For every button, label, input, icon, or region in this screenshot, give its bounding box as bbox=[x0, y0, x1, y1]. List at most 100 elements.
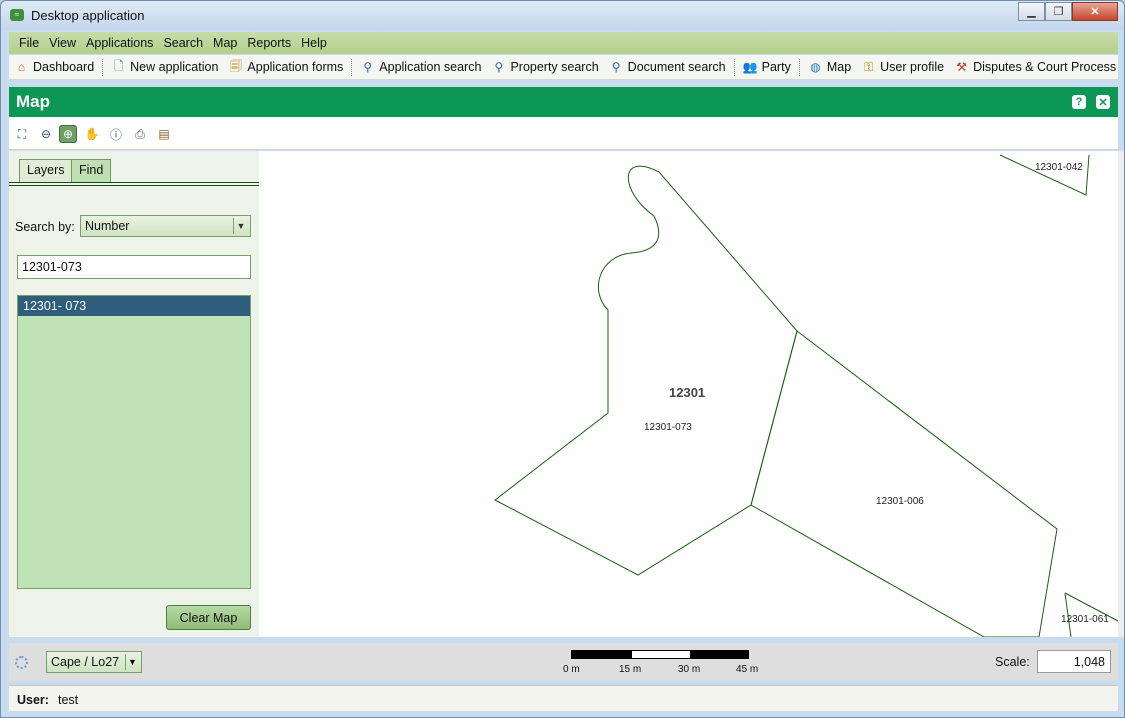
scale-label: Scale: bbox=[995, 655, 1030, 669]
crs-dropdown[interactable]: Cape / Lo27 ▼ bbox=[46, 651, 142, 673]
map-canvas[interactable]: 12301 12301-073 12301-006 12301-042 1230… bbox=[259, 151, 1118, 637]
dropdown-arrow-icon: ▼ bbox=[125, 654, 139, 670]
dashboard-button[interactable]: ⌂ Dashboard bbox=[9, 60, 99, 75]
scale-bar: 0 m 15 m 30 m 45 m bbox=[563, 649, 758, 679]
party-label: Party bbox=[761, 60, 791, 74]
toolbar-separator bbox=[102, 58, 104, 76]
app-icon: ≈ bbox=[10, 9, 24, 21]
left-panel: Layers Find Search by: Number ▼ 12301-07… bbox=[9, 151, 259, 637]
parcel-12301-042-outline[interactable] bbox=[999, 154, 1090, 196]
search-icon: ⚲ bbox=[363, 60, 373, 74]
loading-spinner-icon bbox=[15, 656, 28, 669]
map-button[interactable]: ◍ Map bbox=[803, 60, 856, 75]
disputes-label: Disputes & Court Process bbox=[973, 60, 1117, 74]
menu-map[interactable]: Map bbox=[208, 36, 242, 50]
zoom-in-icon[interactable]: ⊕ bbox=[59, 125, 77, 143]
search-icon: ⚲ bbox=[494, 60, 504, 74]
parcel-12301-006-outline[interactable] bbox=[750, 330, 1058, 637]
scale-tick-label: 15 m bbox=[619, 664, 642, 675]
tab-layers[interactable]: Layers bbox=[19, 159, 73, 182]
scale-bar-segment bbox=[571, 650, 631, 659]
disputes-button[interactable]: ⚒ Disputes & Court Process bbox=[949, 60, 1121, 75]
clear-map-button[interactable]: Clear Map bbox=[166, 605, 251, 630]
user-label: User: bbox=[17, 693, 49, 707]
pan-hand-icon[interactable]: ✋ bbox=[83, 125, 101, 143]
scale-tick-label: 45 m bbox=[736, 664, 759, 675]
new-application-label: New application bbox=[130, 60, 219, 74]
zoom-out-icon[interactable]: ⊖ bbox=[37, 125, 55, 143]
page-title: Map bbox=[16, 92, 50, 111]
menu-help[interactable]: Help bbox=[296, 36, 332, 50]
user-profile-icon: ⚿ bbox=[864, 59, 874, 74]
menu-bar: File View Applications Search Map Report… bbox=[9, 32, 1118, 54]
gavel-icon: ⚒ bbox=[956, 60, 967, 74]
export-map-icon[interactable]: ▤ bbox=[155, 125, 173, 143]
search-icon: ⚲ bbox=[611, 60, 621, 74]
property-search-label: Property search bbox=[510, 60, 599, 74]
search-input[interactable]: 12301-073 bbox=[17, 255, 251, 279]
map-tools-bar: ⛶ ⊖ ⊕ ✋ ⓘ ⎙ ▤ bbox=[9, 117, 1118, 150]
crs-value: Cape / Lo27 bbox=[51, 655, 120, 669]
map-status-bar: Cape / Lo27 ▼ 0 m 15 m 30 m 45 m Scale: … bbox=[9, 643, 1118, 681]
application-search-button[interactable]: ⚲ Application search bbox=[355, 60, 486, 75]
scale-bar-segment bbox=[631, 650, 691, 659]
scale-tick-label: 30 m bbox=[678, 664, 701, 675]
menu-search[interactable]: Search bbox=[158, 36, 208, 50]
forms-icon: 🗐 bbox=[229, 58, 242, 73]
application-search-label: Application search bbox=[379, 60, 482, 74]
user-status-bar: User: test bbox=[9, 685, 1118, 711]
menu-view[interactable]: View bbox=[44, 36, 81, 50]
list-item[interactable]: 12301- 073 bbox=[18, 296, 250, 316]
info-icon[interactable]: ⓘ bbox=[107, 125, 125, 143]
tab-divider bbox=[9, 182, 259, 186]
full-extent-icon[interactable]: ⛶ bbox=[13, 125, 31, 143]
app-window: ≈ Desktop application ▁ ❐ ✕ File View Ap… bbox=[0, 0, 1125, 718]
map-label-parcel-061: 12301-061 bbox=[1061, 614, 1109, 625]
dashboard-label: Dashboard bbox=[33, 60, 95, 74]
document-search-label: Document search bbox=[627, 60, 726, 74]
maximize-button[interactable]: ❐ bbox=[1045, 2, 1072, 21]
menu-reports[interactable]: Reports bbox=[242, 36, 296, 50]
map-label-parcel-006: 12301-006 bbox=[876, 496, 924, 507]
document-search-button[interactable]: ⚲ Document search bbox=[604, 60, 731, 75]
property-search-button[interactable]: ⚲ Property search bbox=[486, 60, 603, 75]
map-label-parcel-042: 12301-042 bbox=[1035, 162, 1083, 173]
application-forms-button[interactable]: 🗐 Application forms bbox=[223, 58, 348, 75]
window-controls: ▁ ❐ ✕ bbox=[1018, 2, 1118, 21]
help-icon[interactable]: ? bbox=[1072, 95, 1086, 109]
close-panel-icon[interactable]: ✕ bbox=[1096, 95, 1110, 109]
new-application-button[interactable]: 🗋 New application bbox=[106, 59, 223, 75]
vertical-scrollbar[interactable] bbox=[1118, 151, 1124, 637]
menu-applications[interactable]: Applications bbox=[81, 36, 158, 50]
window-title: Desktop application bbox=[31, 8, 145, 23]
parcel-12301-073-outline[interactable] bbox=[494, 165, 798, 576]
toolbar-separator bbox=[351, 58, 353, 76]
globe-icon: ◍ bbox=[810, 60, 821, 74]
scale-bar-segment bbox=[691, 650, 749, 659]
map-label-main: 12301 bbox=[669, 385, 705, 400]
map-label: Map bbox=[826, 60, 852, 74]
tab-find[interactable]: Find bbox=[71, 159, 112, 182]
party-icon: 👥 bbox=[742, 60, 758, 74]
title-bar: ≈ Desktop application ▁ ❐ ✕ bbox=[1, 1, 1124, 30]
scale-input[interactable]: 1,048 bbox=[1037, 650, 1111, 673]
dropdown-arrow-icon: ▼ bbox=[233, 218, 248, 234]
home-icon: ⌂ bbox=[17, 60, 26, 74]
search-by-dropdown[interactable]: Number ▼ bbox=[80, 215, 251, 237]
main-toolbar: ⌂ Dashboard 🗋 New application 🗐 Application… bbox=[9, 55, 1118, 80]
map-panel-header: Map ? ✕ bbox=[9, 87, 1118, 117]
minimize-button[interactable]: ▁ bbox=[1018, 2, 1045, 21]
party-button[interactable]: 👥 Party bbox=[738, 60, 796, 75]
close-button[interactable]: ✕ bbox=[1072, 2, 1118, 21]
menu-file[interactable]: File bbox=[9, 36, 44, 50]
user-profile-label: User profile bbox=[880, 60, 945, 74]
toolbar-separator bbox=[798, 58, 800, 76]
application-forms-label: Application forms bbox=[247, 60, 344, 74]
scale-tick-label: 0 m bbox=[563, 664, 580, 675]
print-icon[interactable]: ⎙ bbox=[131, 125, 149, 143]
user-profile-button[interactable]: ⚿ User profile bbox=[856, 60, 949, 75]
search-by-value: Number bbox=[85, 219, 130, 233]
search-by-label: Search by: bbox=[15, 220, 75, 234]
results-list: 12301- 073 bbox=[17, 295, 251, 589]
map-label-parcel-073: 12301-073 bbox=[644, 422, 692, 433]
